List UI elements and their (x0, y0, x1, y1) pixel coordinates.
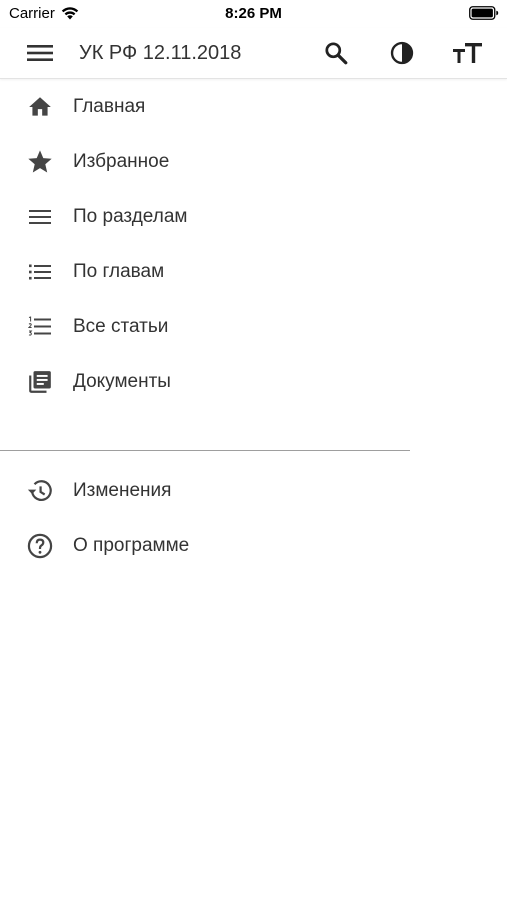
sections-icon (26, 203, 54, 231)
nav-label-documents: Документы (73, 371, 171, 392)
page-title: УК РФ 12.11.2018 (79, 42, 242, 64)
app-bar: УК РФ 12.11.2018 (0, 28, 507, 79)
nav-label-home: Главная (73, 96, 146, 117)
nav-label-sections: По разделам (73, 206, 188, 227)
battery-icon (469, 5, 499, 21)
text-size-button[interactable] (452, 37, 484, 69)
text-size-icon (453, 41, 483, 65)
search-button[interactable] (320, 37, 352, 69)
nav-item-all-articles[interactable]: Все статьи (0, 299, 410, 354)
status-bar: Carrier 8:26 PM (0, 0, 507, 28)
nav-item-documents[interactable]: Документы (0, 354, 410, 409)
nav-item-home[interactable]: Главная (0, 79, 410, 134)
nav-item-sections[interactable]: По разделам (0, 189, 410, 244)
documents-icon (26, 368, 54, 396)
menu-button[interactable] (24, 37, 56, 69)
home-icon (26, 93, 54, 121)
nav-item-favorites[interactable]: Избранное (0, 134, 410, 189)
nav-label-all-articles: Все статьи (73, 316, 169, 337)
drawer-divider (0, 450, 410, 451)
nav-label-changes: Изменения (73, 480, 172, 501)
status-time: 8:26 PM (225, 5, 282, 22)
chapters-list-icon (26, 258, 54, 286)
app-screen: Carrier 8:26 PM УК РФ 12.11.2018 Главная… (0, 0, 507, 900)
nav-label-chapters: По главам (73, 261, 165, 282)
search-icon (323, 40, 349, 66)
history-icon (26, 477, 54, 505)
nav-item-chapters[interactable]: По главам (0, 244, 410, 299)
menu-icon (27, 43, 53, 63)
help-icon (26, 532, 54, 560)
nav-item-about[interactable]: О программе (0, 518, 410, 573)
numbered-list-icon (26, 313, 54, 341)
contrast-button[interactable] (386, 37, 418, 69)
nav-label-favorites: Избранное (73, 151, 170, 172)
nav-label-about: О программе (73, 535, 190, 556)
contrast-icon (389, 40, 415, 66)
nav-item-changes[interactable]: Изменения (0, 463, 410, 518)
star-icon (26, 148, 54, 176)
